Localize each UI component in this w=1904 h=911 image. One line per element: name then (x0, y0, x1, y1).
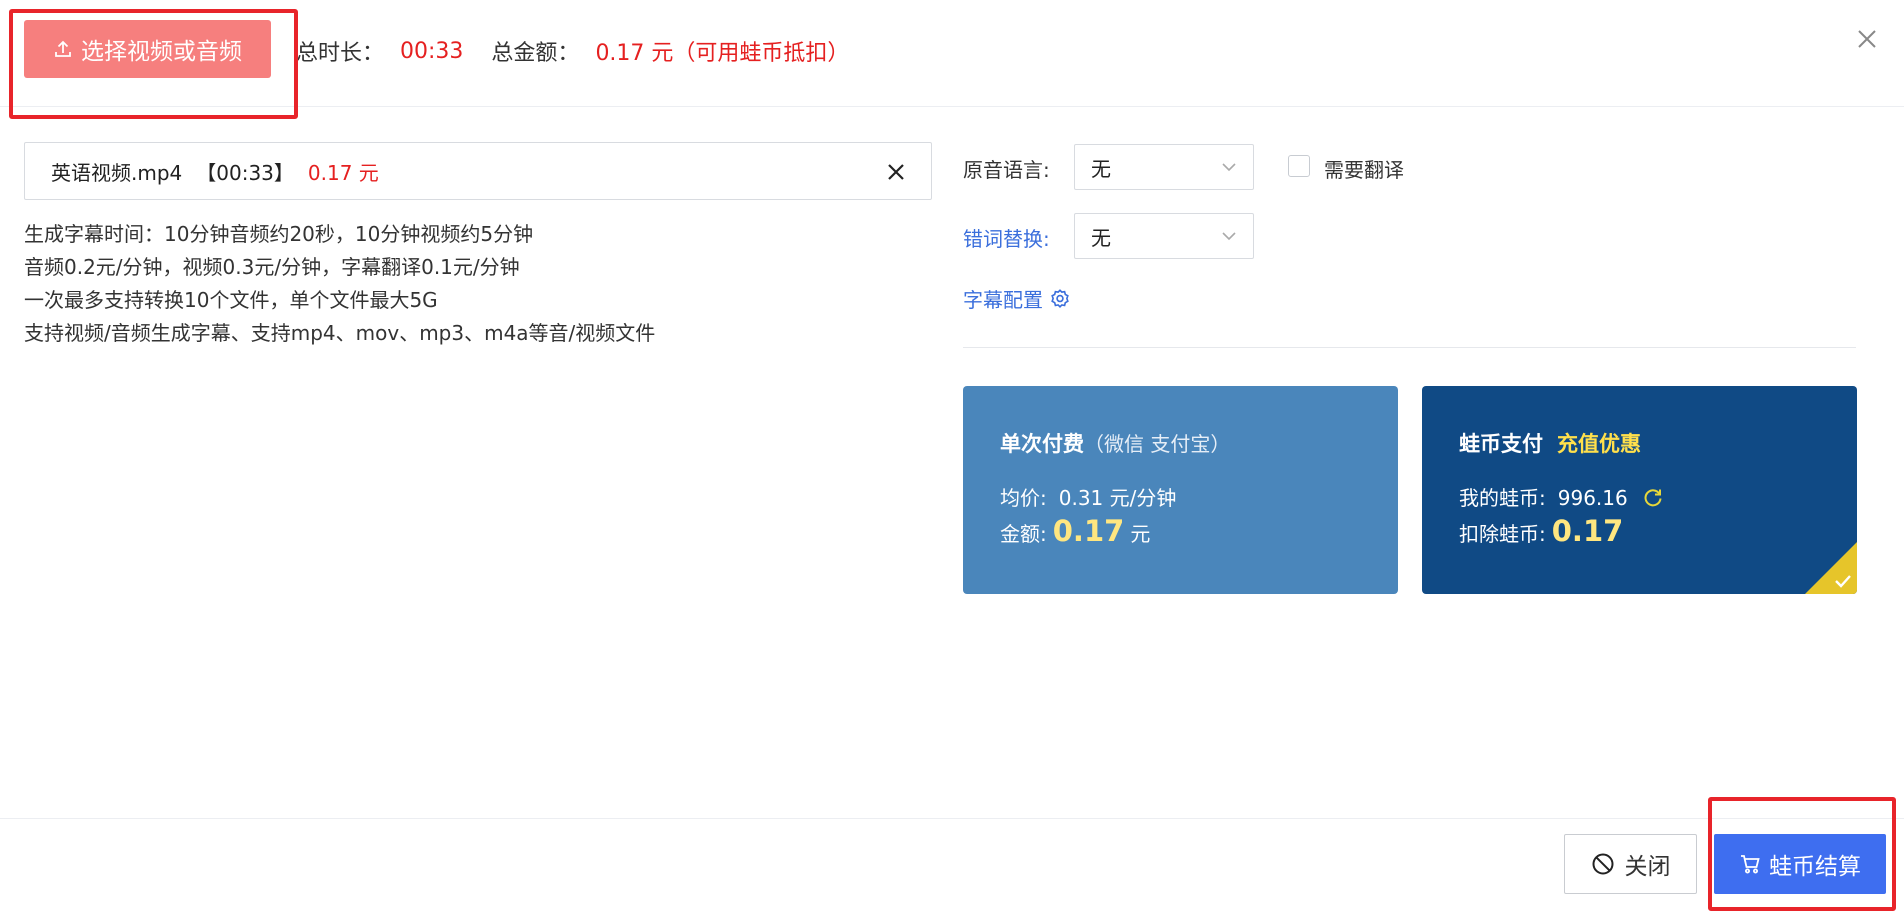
typo-replace-link[interactable]: 错词替换: (963, 223, 1050, 252)
coin-balance-line: 我的蛙币: 996.16 (1459, 482, 1664, 511)
single-amount-value: 0.17 (1052, 514, 1125, 548)
footer-divider (0, 818, 1904, 819)
coin-deduct-label: 扣除蛙币: (1459, 522, 1546, 546)
source-language-value: 无 (1091, 156, 1111, 181)
single-payment-card[interactable]: 单次付费（微信 支付宝） 均价: 0.31 元/分钟 金额: 0.17 元 (963, 386, 1398, 594)
remove-file-icon[interactable] (885, 161, 907, 183)
close-button[interactable]: 关闭 (1564, 834, 1697, 894)
file-name: 英语视频.mp4 (51, 160, 183, 185)
check-icon (1835, 575, 1851, 588)
coin-balance-label: 我的蛙币: (1459, 486, 1546, 510)
single-payment-title-text: 单次付费 (1000, 432, 1084, 456)
close-icon[interactable] (1852, 24, 1882, 54)
order-summary: 总时长： 00:33 总金额： 0.17 元（可用蛙币抵扣） (296, 34, 849, 68)
unit-price-line: 均价: 0.31 元/分钟 (1000, 482, 1176, 511)
chevron-down-icon (1222, 163, 1236, 172)
coin-deduct-value: 0.17 (1551, 514, 1624, 548)
recharge-promo-link[interactable]: 充值优惠 (1557, 432, 1641, 456)
settings-divider (963, 347, 1856, 348)
total-duration-value: 00:33 (400, 38, 464, 64)
select-media-button[interactable]: 选择视频或音频 (24, 20, 271, 78)
coin-payment-title: 蛙币支付 充值优惠 (1459, 428, 1641, 458)
single-amount-label: 金额: (1000, 522, 1047, 546)
source-language-select[interactable]: 无 (1074, 144, 1254, 190)
subtitle-config-link[interactable]: 字幕配置 (963, 284, 1071, 313)
total-amount-label: 总金额： (491, 41, 580, 66)
dialog-header: 选择视频或音频 总时长： 00:33 总金额： 0.17 元（可用蛙币抵扣） (0, 0, 1904, 107)
note-line: 一次最多支持转换10个文件，单个文件最大5G (24, 288, 438, 312)
coin-payment-card[interactable]: 蛙币支付 充值优惠 我的蛙币: 996.16 扣除蛙币: 0.17 (1422, 386, 1857, 594)
unit-price-label: 均价: (1000, 486, 1047, 510)
cart-icon (1741, 855, 1760, 874)
note-line: 音频0.2元/分钟，视频0.3元/分钟，字幕翻译0.1元/分钟 (24, 255, 520, 279)
file-price: 0.17 元 (307, 160, 379, 185)
coin-deduct-line: 扣除蛙币: 0.17 (1459, 514, 1629, 548)
single-amount-line: 金额: 0.17 元 (1000, 514, 1150, 548)
total-amount-value: 0.17 元（可用蛙币抵扣） (595, 41, 850, 66)
file-list-item: 英语视频.mp4 【00:33】 0.17 元 (24, 142, 932, 200)
close-button-label: 关闭 (1624, 854, 1671, 880)
select-media-label: 选择视频或音频 (81, 39, 242, 65)
translate-checkbox[interactable] (1288, 155, 1310, 177)
subtitle-config-label: 字幕配置 (963, 288, 1043, 312)
ban-icon (1592, 853, 1613, 875)
refresh-icon[interactable] (1642, 486, 1664, 508)
single-payment-title: 单次付费（微信 支付宝） (1000, 428, 1230, 458)
source-language-label: 原音语言: (963, 158, 1050, 182)
single-payment-methods: （微信 支付宝） (1084, 432, 1231, 456)
unit-price-value: 0.31 元/分钟 (1058, 486, 1177, 510)
translate-label[interactable]: 需要翻译 (1324, 154, 1404, 183)
typo-replace-select[interactable]: 无 (1074, 213, 1254, 259)
typo-replace-value: 无 (1091, 225, 1111, 250)
coin-checkout-label: 蛙币结算 (1769, 854, 1861, 880)
coin-checkout-button[interactable]: 蛙币结算 (1714, 834, 1886, 894)
coin-balance-value: 996.16 (1557, 486, 1628, 510)
upload-icon (55, 40, 71, 57)
chevron-down-icon (1222, 232, 1236, 241)
gear-icon (1051, 288, 1069, 308)
note-line: 生成字幕时间：10分钟音频约20秒，10分钟视频约5分钟 (24, 222, 534, 246)
total-duration-label: 总时长： (296, 41, 385, 66)
coin-payment-title-text: 蛙币支付 (1459, 432, 1543, 456)
file-duration: 【00:33】 (196, 160, 294, 185)
single-amount-unit: 元 (1130, 522, 1151, 546)
usage-notes: 生成字幕时间：10分钟音频约20秒，10分钟视频约5分钟 音频0.2元/分钟，视… (24, 218, 655, 350)
note-line: 支持视频/音频生成字幕、支持mp4、mov、mp3、m4a等音/视频文件 (24, 321, 656, 345)
